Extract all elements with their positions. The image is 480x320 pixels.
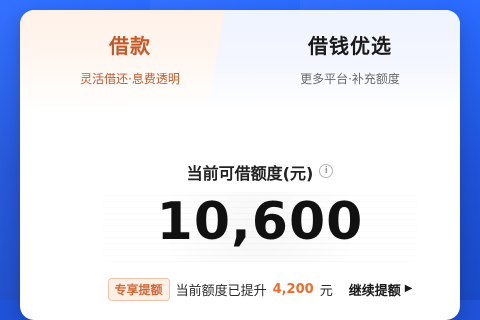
loan-tabs: 借款 灵活借还·息费透明 借钱优选 更多平台·补充额度 xyxy=(20,10,460,110)
credit-limit-amount: 10,600 xyxy=(156,192,364,252)
credit-limit-title-text: 当前可借额度(元) xyxy=(186,164,314,183)
info-icon[interactable]: i xyxy=(319,164,334,178)
tab-loan-preferred[interactable] xyxy=(240,10,460,110)
exclusive-increase-badge: 专享提额 xyxy=(107,277,170,301)
continue-increase-label: 继续提额 xyxy=(348,283,401,299)
tab-loan-preferred-subtitle: 更多平台·补充额度 xyxy=(300,72,400,86)
tab-loan[interactable] xyxy=(20,10,240,110)
loan-card: 借款 灵活借还·息费透明 借钱优选 更多平台·补充额度 当前可借额度(元) i … xyxy=(20,10,460,320)
continue-increase-button[interactable]: 继续提额 ▶ xyxy=(349,280,413,299)
increase-amount: 4,200 xyxy=(272,281,314,297)
increase-suffix-text: 元 xyxy=(319,283,333,299)
tab-loan-preferred-title: 借钱优选 xyxy=(308,34,392,58)
tab-loan-subtitle: 灵活借还·息费透明 xyxy=(80,72,180,86)
chevron-right-icon: ▶ xyxy=(404,282,413,294)
limit-increase-row: 专享提额 当前额度已提升 4,200 元 继续提额 ▶ xyxy=(20,276,460,302)
tab-loan-title: 借款 xyxy=(109,34,151,58)
increase-prefix-text: 当前额度已提升 xyxy=(175,283,267,299)
credit-limit-title: 当前可借额度(元) i xyxy=(20,160,460,184)
